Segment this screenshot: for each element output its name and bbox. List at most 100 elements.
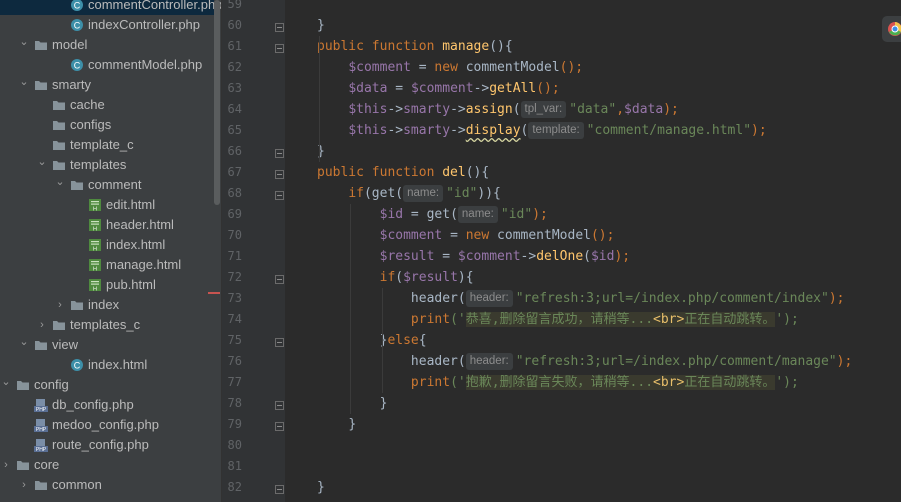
- fold-marker-icon[interactable]: [275, 399, 284, 410]
- code-line[interactable]: public function del(){: [317, 162, 489, 183]
- tree-item[interactable]: template_c: [0, 135, 214, 155]
- tree-item[interactable]: CindexController.php: [0, 15, 214, 35]
- line-number: 76: [227, 354, 242, 368]
- tree-item-label: model: [52, 37, 88, 52]
- fold-marker-icon[interactable]: [275, 21, 284, 32]
- tree-item[interactable]: ⌄ model: [0, 35, 214, 55]
- folder-icon: [34, 78, 48, 92]
- tree-item[interactable]: cache: [0, 95, 214, 115]
- parameter-hint: header:: [465, 353, 513, 370]
- tree-item[interactable]: Cindex.html: [0, 355, 214, 375]
- code-token: (: [520, 123, 529, 138]
- fold-marker-icon[interactable]: [275, 273, 284, 284]
- parameter-hint: name:: [457, 206, 498, 223]
- code-line[interactable]: $data = $comment->getAll();: [317, 78, 559, 99]
- tree-item[interactable]: ⌄ view: [0, 335, 214, 355]
- tree-item[interactable]: CcommentModel.php: [0, 55, 214, 75]
- tree-item-label: index.html: [106, 237, 166, 252]
- code-token: =: [387, 81, 411, 96]
- tree-item[interactable]: ⌄ config: [0, 375, 214, 395]
- indent-guide: [319, 36, 320, 162]
- fold-marker-icon[interactable]: [275, 336, 284, 347]
- code-line[interactable]: $comment = new commentModel();: [317, 225, 615, 246]
- tree-item[interactable]: PHP medoo_config.php: [0, 415, 214, 435]
- tree-item[interactable]: › core: [0, 455, 214, 475]
- chevron-right-icon[interactable]: ›: [0, 455, 12, 475]
- chevron-down-icon[interactable]: ⌄: [36, 155, 48, 175]
- code-line[interactable]: print('抱歉,删除留言失败，请稍等...<br>正在自动跳转。');: [317, 372, 799, 393]
- fold-marker-icon[interactable]: [275, 483, 284, 494]
- line-number: 74: [227, 312, 242, 326]
- code-line[interactable]: if($result){: [317, 267, 474, 288]
- tree-item[interactable]: configs: [0, 115, 214, 135]
- tree-item[interactable]: ⌄ templates: [0, 155, 214, 175]
- code-line[interactable]: }: [317, 414, 356, 435]
- tree-item[interactable]: PHP route_config.php: [0, 435, 214, 455]
- tree-item[interactable]: PHP db_config.php: [0, 395, 214, 415]
- code-line[interactable]: }: [317, 15, 325, 36]
- indent-guide: [382, 288, 383, 393]
- code-line[interactable]: $result = $comment->delOne($id);: [317, 246, 631, 267]
- folder-icon: [52, 318, 66, 332]
- code-token: display: [465, 123, 521, 138]
- svg-text:H: H: [93, 227, 97, 233]
- chevron-down-icon[interactable]: ⌄: [18, 35, 30, 55]
- code-token: =: [434, 249, 458, 264]
- svg-text:H: H: [93, 287, 97, 293]
- code-line[interactable]: $this->smarty->display(template: "comment…: [317, 120, 767, 141]
- code-token: public function: [317, 39, 443, 54]
- tree-item[interactable]: › index: [0, 295, 214, 315]
- code-line[interactable]: public function manage(){: [317, 36, 513, 57]
- tree-item[interactable]: ⌄ comment: [0, 175, 214, 195]
- fold-marker-icon[interactable]: [275, 42, 284, 53]
- chevron-down-icon[interactable]: ⌄: [0, 375, 12, 395]
- line-number: 72: [227, 270, 242, 284]
- browser-launch-icon[interactable]: [882, 16, 901, 42]
- code-token: ->: [473, 81, 490, 96]
- code-token: header: [410, 291, 458, 306]
- tree-item[interactable]: Hpub.html: [0, 275, 214, 295]
- fold-marker-icon[interactable]: [275, 168, 284, 179]
- code-line[interactable]: header(header: "refresh:3;url=/index.php/…: [317, 351, 852, 372]
- tree-item[interactable]: Hheader.html: [0, 215, 214, 235]
- code-line[interactable]: }else{: [317, 330, 427, 351]
- svg-text:H: H: [93, 207, 97, 213]
- tree-item[interactable]: Hmanage.html: [0, 255, 214, 275]
- fold-marker-icon[interactable]: [275, 189, 284, 200]
- code-line[interactable]: $id = get(name: "id");: [317, 204, 548, 225]
- tree-item-label: config: [34, 377, 69, 392]
- tree-item[interactable]: CcommentController.php: [0, 0, 221, 15]
- chevron-down-icon[interactable]: ⌄: [54, 175, 66, 195]
- code-token: }: [348, 417, 357, 432]
- tree-item[interactable]: › templates_c: [0, 315, 214, 335]
- code-line[interactable]: header(header: "refresh:3;url=/index.php/…: [317, 288, 844, 309]
- code-editor[interactable]: } public function manage(){ $comment = ne…: [285, 0, 901, 502]
- tree-item[interactable]: › common: [0, 475, 214, 495]
- chevron-right-icon[interactable]: ›: [54, 295, 66, 315]
- folder-icon: [34, 478, 48, 492]
- code-line[interactable]: $comment = new commentModel();: [317, 57, 583, 78]
- tree-item[interactable]: Hindex.html: [0, 235, 214, 255]
- tree-item[interactable]: ⌄ smarty: [0, 75, 214, 95]
- line-number: 63: [227, 81, 242, 95]
- tree-item[interactable]: Hedit.html: [0, 195, 214, 215]
- tree-scrollbar[interactable]: [214, 0, 220, 205]
- code-line[interactable]: $this->smarty->assign(tpl_var: "data",$da…: [317, 99, 679, 120]
- code-line[interactable]: if(get(name: "id")){: [317, 183, 501, 204]
- fold-marker-icon[interactable]: [275, 147, 284, 158]
- parameter-hint: tpl_var:: [520, 101, 567, 118]
- code-token: $id: [590, 249, 615, 264]
- chevron-down-icon[interactable]: ⌄: [18, 75, 30, 95]
- chevron-down-icon[interactable]: ⌄: [18, 335, 30, 355]
- line-number: 78: [227, 396, 242, 410]
- chevron-right-icon[interactable]: ›: [18, 475, 30, 495]
- folder-icon: [34, 338, 48, 352]
- chevron-right-icon[interactable]: ›: [36, 315, 48, 335]
- fold-marker-icon[interactable]: [275, 420, 284, 431]
- code-line[interactable]: print('恭喜,删除留言成功，请稍等...<br>正在自动跳转。');: [317, 309, 799, 330]
- code-line[interactable]: }: [317, 393, 388, 414]
- code-token: {: [418, 333, 427, 348]
- code-line[interactable]: }: [317, 477, 325, 498]
